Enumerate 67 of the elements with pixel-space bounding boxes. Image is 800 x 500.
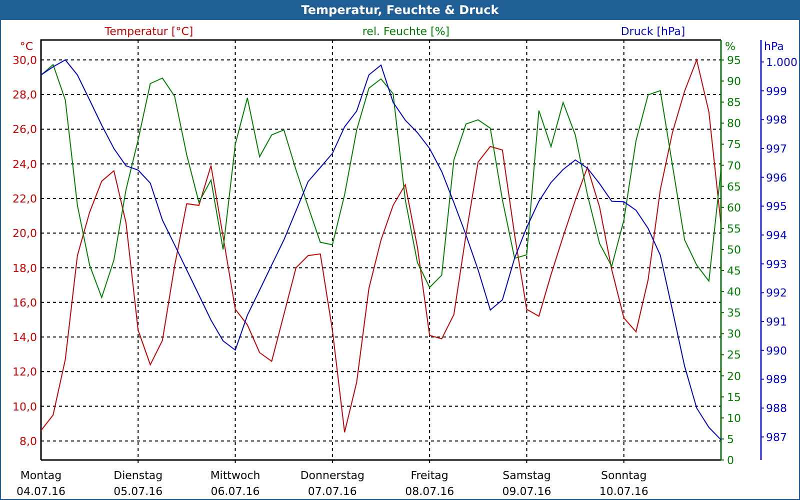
- tick-label: 55: [727, 222, 741, 236]
- weekday-label: Mittwoch: [210, 469, 260, 482]
- tick-label: 65: [727, 180, 741, 194]
- tick-label: 14,0: [12, 331, 37, 344]
- tick-label: 16,0: [12, 296, 37, 310]
- weekday-label: Freitag: [410, 469, 448, 482]
- tick-label: 998: [766, 114, 787, 127]
- tick-label: 12,0: [12, 366, 37, 379]
- chart-title: Temperatur [°C]: [104, 25, 194, 38]
- tick-label: 30,0: [12, 54, 37, 67]
- tick-label: 50: [727, 243, 741, 256]
- weekday-label: Sonntag: [601, 469, 647, 482]
- weekday-label: Montag: [20, 469, 62, 482]
- tick-label: 992: [766, 286, 787, 300]
- tick-label: 10: [727, 412, 741, 425]
- tick-label: 999: [766, 84, 787, 98]
- tick-label: 85: [727, 96, 741, 110]
- tick-label: 30: [727, 328, 741, 341]
- tick-label: 90: [727, 75, 741, 88]
- date-label: 05.07.16: [114, 485, 163, 498]
- tick-label: 991: [766, 316, 787, 329]
- tick-label: 8,0: [20, 434, 37, 448]
- tick-label: 40: [727, 286, 741, 299]
- date-label: 10.07.16: [599, 485, 648, 498]
- date-label: 06.07.16: [210, 485, 260, 498]
- tick-label: 987: [766, 430, 787, 444]
- tick-label: 45: [727, 264, 741, 278]
- tick-label: 26,0: [12, 123, 37, 136]
- window-title: Temperatur, Feuchte & Druck: [1, 0, 799, 20]
- tick-label: 1.000: [766, 56, 798, 69]
- weekday-label: Donnerstag: [300, 469, 365, 482]
- tick-label: 10,0: [12, 400, 37, 414]
- axis-unit-label: %: [725, 40, 736, 53]
- tick-label: 15: [727, 390, 741, 404]
- tick-label: 0: [727, 454, 734, 467]
- tick-label: 994: [766, 229, 787, 242]
- tick-label: 990: [766, 344, 787, 358]
- axis-unit-label: hPa: [764, 40, 784, 53]
- tick-label: 20: [727, 370, 741, 383]
- tick-label: 18,0: [12, 262, 37, 275]
- date-label: 09.07.16: [502, 485, 552, 498]
- tick-label: 75: [727, 138, 741, 152]
- tick-label: 24,0: [12, 158, 37, 171]
- weekday-label: Dienstag: [114, 469, 163, 482]
- tick-label: 5: [727, 432, 734, 446]
- tick-label: 22,0: [12, 192, 37, 206]
- date-label: 07.07.16: [308, 485, 357, 498]
- tick-label: 989: [766, 373, 787, 386]
- tick-label: 95: [727, 54, 741, 67]
- tick-label: 60: [727, 201, 741, 214]
- date-label: 04.07.16: [16, 485, 66, 498]
- weekday-label: Samstag: [502, 469, 551, 482]
- tick-label: 995: [766, 200, 787, 214]
- tick-label: 988: [766, 402, 787, 416]
- chart-title: Druck [hPa]: [620, 25, 686, 38]
- chart-title: rel. Feuchte [%]: [362, 25, 450, 38]
- tick-label: 25: [727, 348, 741, 362]
- tick-label: 35: [727, 306, 741, 320]
- tick-label: 80: [727, 117, 741, 130]
- axis-unit-label: °C: [20, 40, 33, 53]
- tick-label: 997: [766, 142, 787, 156]
- tick-label: 996: [766, 171, 787, 184]
- date-label: 08.07.16: [405, 485, 454, 498]
- tick-label: 20,0: [12, 227, 37, 240]
- tick-label: 70: [727, 159, 741, 172]
- tick-label: 28,0: [12, 88, 37, 102]
- tick-label: 993: [766, 258, 787, 271]
